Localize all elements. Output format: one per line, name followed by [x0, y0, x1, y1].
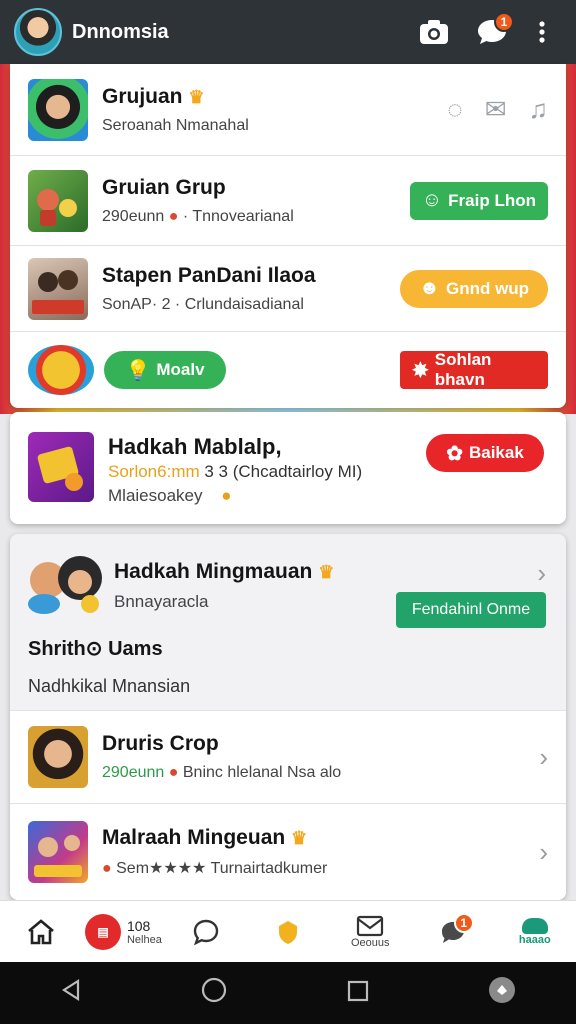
back-icon[interactable] — [60, 977, 82, 1009]
nav-mail[interactable]: Oeouus — [329, 915, 411, 949]
emoji-icon: ● — [221, 486, 232, 505]
nav-home[interactable] — [0, 918, 82, 946]
promo-badge — [28, 345, 94, 395]
nav-number: 108 — [126, 917, 151, 934]
nav-label: Nelhea — [126, 933, 162, 946]
bottom-navigation: ▤ 108 Nelhea Oeouus 1 haaao — [0, 900, 576, 962]
shield-icon — [278, 920, 297, 944]
group-title: Hadkah Mingmauan — [114, 560, 313, 583]
item-subtitle: Seroanah Nmanahal — [102, 116, 249, 134]
home-circle-icon[interactable] — [201, 977, 227, 1010]
home-icon — [28, 918, 54, 944]
crown-icon: ♛ — [188, 86, 205, 107]
promo-button[interactable]: ✸ Sohlan bhavn — [400, 350, 548, 389]
emoji-icon: ● — [168, 207, 179, 225]
nav-label: Oeouus — [351, 936, 390, 949]
assistant-icon[interactable] — [488, 976, 516, 1011]
list-item[interactable]: Druris Crop 290eunn ● Bninc hlelanal Nsa… — [10, 710, 566, 804]
group-action-button[interactable]: Fendahinl Onme — [396, 592, 546, 628]
item-thumbnail — [28, 821, 88, 883]
section-subtitle: Nadhkikal Mnansian — [28, 676, 191, 696]
member-count: 290eunn — [102, 207, 165, 225]
flower-icon: ✿ — [446, 442, 463, 465]
nav-chat[interactable] — [165, 918, 247, 946]
profile-icon — [521, 917, 548, 934]
music-icon[interactable]: ♫ — [529, 94, 549, 125]
member-count: 290eunn — [102, 764, 165, 781]
notification-badge: 1 — [494, 12, 514, 32]
camera-icon[interactable] — [414, 12, 454, 52]
item-subtitle: · Tnnovearianal — [182, 207, 294, 225]
featured-thumbnail — [28, 432, 94, 502]
top-app-bar: Dnnomsia 1 — [0, 0, 576, 64]
crown-icon: ♛ — [318, 562, 335, 582]
nav-news[interactable]: ▤ 108 Nelhea — [82, 913, 164, 950]
lightbulb-icon: 💡 — [125, 359, 151, 382]
list-item[interactable]: Malraah Mingeuan ♛ ● Sem★★★★ Turnairtadk… — [10, 804, 566, 900]
mail-icon[interactable]: ✉ — [485, 94, 507, 125]
group-thumbnail — [28, 257, 88, 320]
chevron-right-icon[interactable]: › — [537, 558, 546, 589]
nav-profile[interactable]: haaao — [494, 917, 576, 946]
group-subtitle: Bnnayaracla — [114, 592, 209, 611]
list-item: 💡 Moalv ✸ Sohlan bhavn — [10, 332, 566, 408]
star-icon: ✸ — [412, 359, 429, 382]
chevron-right-icon[interactable]: › — [539, 742, 548, 773]
item-title: Druris Crop — [102, 732, 219, 755]
item-title: Stapen PanDani Ilaoa — [102, 263, 316, 287]
featured-title: Hadkah Mablalp, — [108, 434, 282, 459]
nav-badge: 1 — [453, 912, 474, 933]
chat-notification-icon[interactable]: 1 — [472, 12, 514, 52]
crown-icon: ♛ — [291, 828, 308, 848]
list-item[interactable]: Grujuan ♛ Seroanah Nmanahal ◌ ✉ ♫ — [10, 64, 566, 156]
featured-time: Sorlon6:mm — [108, 462, 200, 481]
featured-card[interactable]: Hadkah Mablalp, Sorlon6:mm 3 3 (Chcadtai… — [10, 412, 566, 524]
nav-notifications[interactable]: 1 — [411, 912, 493, 947]
smiley-icon: ☻ — [418, 277, 440, 299]
nav-shield[interactable] — [247, 919, 329, 945]
smiley-icon: ☺ — [421, 189, 443, 211]
emoji-icon: ● — [168, 764, 179, 781]
item-thumbnail — [28, 726, 88, 788]
group-card: Hadkah Mingmauan ♛ › Bnnayaracla Fendahi… — [10, 534, 566, 900]
group-list: Druris Crop 290eunn ● Bninc hlelanal Nsa… — [10, 710, 566, 900]
featured-action-button[interactable]: ✿ Baikak — [426, 434, 544, 472]
featured-detail: 3 3 (Chcadtairloy MI) — [204, 462, 363, 481]
item-subtitle: SonAP· 2 · Crlundaisadianal — [102, 295, 304, 313]
recents-icon[interactable] — [347, 977, 369, 1009]
join-button[interactable]: ☺ Fraip Lhon — [409, 181, 548, 220]
section-title: Shrith⊙ Uams — [28, 638, 163, 660]
groups-card: Grujuan ♛ Seroanah Nmanahal ◌ ✉ ♫ Gruian… — [10, 64, 566, 408]
group-avatar-cluster — [26, 548, 110, 618]
chevron-right-icon[interactable]: › — [539, 837, 548, 868]
nav-label: haaao — [518, 933, 551, 946]
featured-subtitle: Mlaiesoakey — [108, 486, 203, 505]
mail-icon — [357, 915, 384, 936]
list-item[interactable]: Gruian Grup 290eunn ● · Tnnovearianal ☺ F… — [10, 156, 566, 246]
add-button[interactable]: ☻ Gnnd wup — [400, 269, 548, 308]
emoji-icon: ● — [102, 860, 112, 877]
item-subtitle: Bninc hlelanal Nsa alo — [182, 764, 342, 781]
group-thumbnail — [28, 169, 88, 232]
item-title: Malraah Mingeuan — [102, 826, 286, 849]
item-title: Gruian Grup — [102, 175, 226, 199]
list-item[interactable]: Stapen PanDani Ilaoa SonAP· 2 · Crlundai… — [10, 246, 566, 332]
chat-icon — [193, 919, 218, 945]
item-subtitle: Sem★★★★ Turnairtadkumer — [116, 860, 328, 877]
mode-button[interactable]: 💡 Moalv — [104, 351, 226, 389]
app-title: Dnnomsia — [72, 20, 169, 43]
profile-avatar[interactable] — [14, 8, 62, 56]
news-icon: ▤ — [84, 913, 121, 950]
system-navigation-bar — [0, 962, 576, 1024]
more-options-icon[interactable] — [522, 12, 562, 52]
reaction-icon[interactable]: ◌ — [447, 94, 462, 125]
group-thumbnail — [28, 78, 88, 141]
item-title: Grujuan — [102, 84, 183, 108]
